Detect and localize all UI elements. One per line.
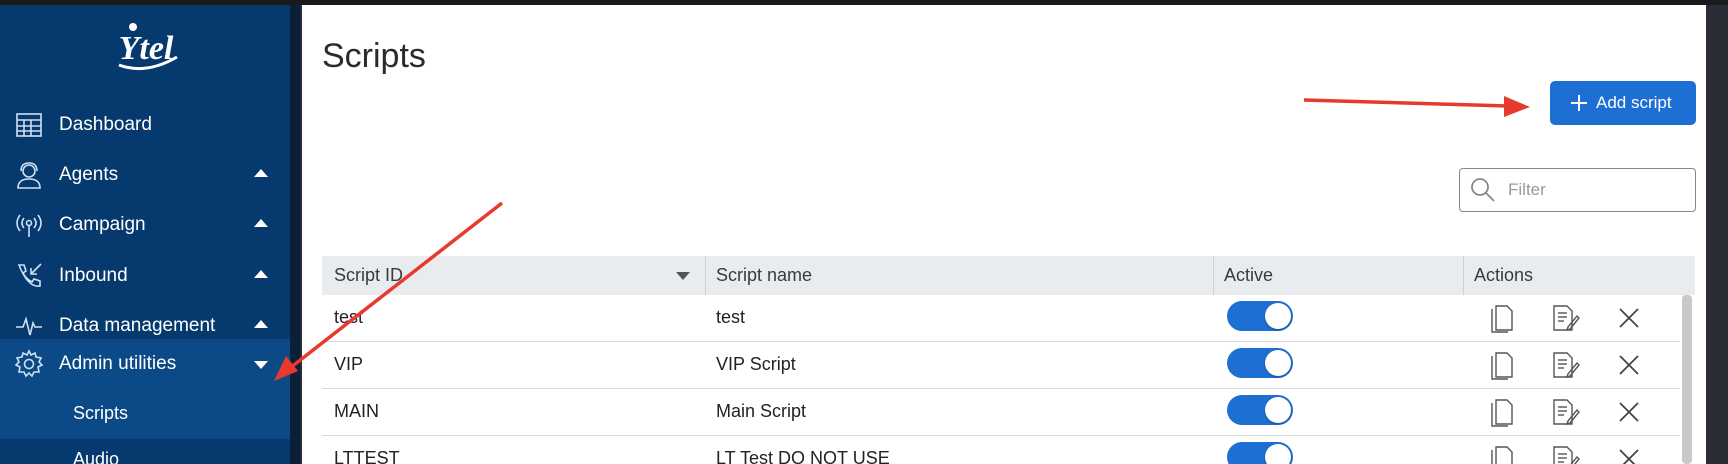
column-header-script-name[interactable]: Script name [716, 265, 812, 286]
pulse-icon [16, 316, 42, 336]
sidebar-item-inbound[interactable]: Inbound [0, 252, 290, 300]
column-header-actions: Actions [1474, 265, 1534, 285]
script-id-cell: test [334, 307, 364, 327]
active-toggle[interactable] [1227, 395, 1293, 425]
sidebar-subitem-audio[interactable]: Audio [73, 449, 119, 464]
active-toggle[interactable] [1227, 442, 1293, 464]
copy-icon[interactable] [1487, 303, 1517, 333]
script-name-cell: LT Test DO NOT USE [716, 448, 890, 464]
broadcast-icon [16, 214, 42, 237]
filter-field[interactable] [1459, 168, 1696, 212]
sidebar-item-admin-utilities[interactable]: Admin utilities [0, 339, 290, 389]
script-name-cell: VIP Script [716, 354, 796, 374]
sidebar-subitem-label: Scripts [73, 403, 129, 423]
sidebar-divider [290, 5, 300, 464]
script-id-cell: VIP [334, 354, 364, 374]
script-name-cell: test [716, 307, 746, 327]
chevron-down-icon[interactable] [254, 361, 268, 369]
sidebar-item-label: Dashboard [59, 114, 152, 135]
script-name-cell: Main Script [716, 401, 807, 421]
copy-icon[interactable] [1487, 444, 1517, 464]
gear-icon [14, 349, 44, 378]
ytel-logo[interactable]: Ytel [105, 17, 187, 75]
chevron-up-icon[interactable] [254, 320, 268, 328]
main-content: Scripts Add script Script ID Script name… [302, 5, 1706, 464]
add-script-label: Add script [1596, 93, 1672, 112]
sidebar-item-dashboard[interactable]: Dashboard [0, 101, 290, 149]
column-divider [1463, 256, 1464, 295]
copy-icon[interactable] [1487, 397, 1517, 427]
search-icon [1471, 178, 1495, 202]
sidebar-item-label: Campaign [59, 214, 146, 235]
phone-incoming-icon [17, 263, 42, 287]
edit-icon[interactable] [1551, 350, 1581, 380]
close-icon[interactable] [1614, 350, 1644, 380]
edit-icon[interactable] [1551, 444, 1581, 464]
table-header: Script ID Script name Active Actions [322, 256, 1695, 295]
plus-icon [1571, 95, 1587, 111]
add-script-button[interactable]: Add script [1550, 81, 1696, 125]
sidebar-subitem-scripts[interactable]: Scripts [0, 389, 290, 439]
script-id-cell: MAIN [334, 401, 379, 421]
table-row: LTTEST LT Test DO NOT USE [322, 436, 1680, 464]
column-header-active[interactable]: Active [1224, 265, 1273, 286]
table-row: VIP VIP Script [322, 342, 1680, 389]
sidebar: Ytel Dashboard Agents Campaign Inbound D… [0, 5, 290, 464]
sidebar-item-label: Agents [59, 164, 119, 185]
active-toggle[interactable] [1227, 348, 1293, 378]
edit-icon[interactable] [1551, 303, 1581, 333]
sidebar-item-label: Inbound [59, 265, 128, 286]
close-icon[interactable] [1614, 303, 1644, 333]
script-id-cell: LTTEST [334, 448, 400, 464]
sort-down-icon[interactable] [676, 272, 690, 280]
column-header-script-id[interactable]: Script ID [334, 265, 403, 286]
dashboard-grid-icon [16, 113, 42, 137]
close-icon[interactable] [1614, 444, 1644, 464]
chevron-up-icon[interactable] [254, 219, 268, 227]
table-row: test test [322, 295, 1680, 342]
active-toggle[interactable] [1227, 301, 1293, 331]
page-title: Scripts [322, 37, 426, 75]
sidebar-item-label: Admin utilities [59, 353, 177, 374]
agent-headset-icon [17, 162, 41, 189]
filter-input[interactable] [1506, 177, 1680, 203]
copy-icon[interactable] [1487, 350, 1517, 380]
sidebar-item-label: Data management [59, 315, 216, 336]
chevron-up-icon[interactable] [254, 270, 268, 278]
edit-icon[interactable] [1551, 397, 1581, 427]
sidebar-item-agents[interactable]: Agents [0, 151, 290, 199]
sidebar-item-campaign[interactable]: Campaign [0, 201, 290, 249]
table-row: MAIN Main Script [322, 389, 1680, 436]
chevron-up-icon[interactable] [254, 169, 268, 177]
close-icon[interactable] [1614, 397, 1644, 427]
table-scrollbar[interactable] [1682, 295, 1692, 464]
column-divider [705, 256, 706, 295]
app-window: Ytel Dashboard Agents Campaign Inbound D… [0, 5, 1728, 464]
column-divider [1213, 256, 1214, 295]
